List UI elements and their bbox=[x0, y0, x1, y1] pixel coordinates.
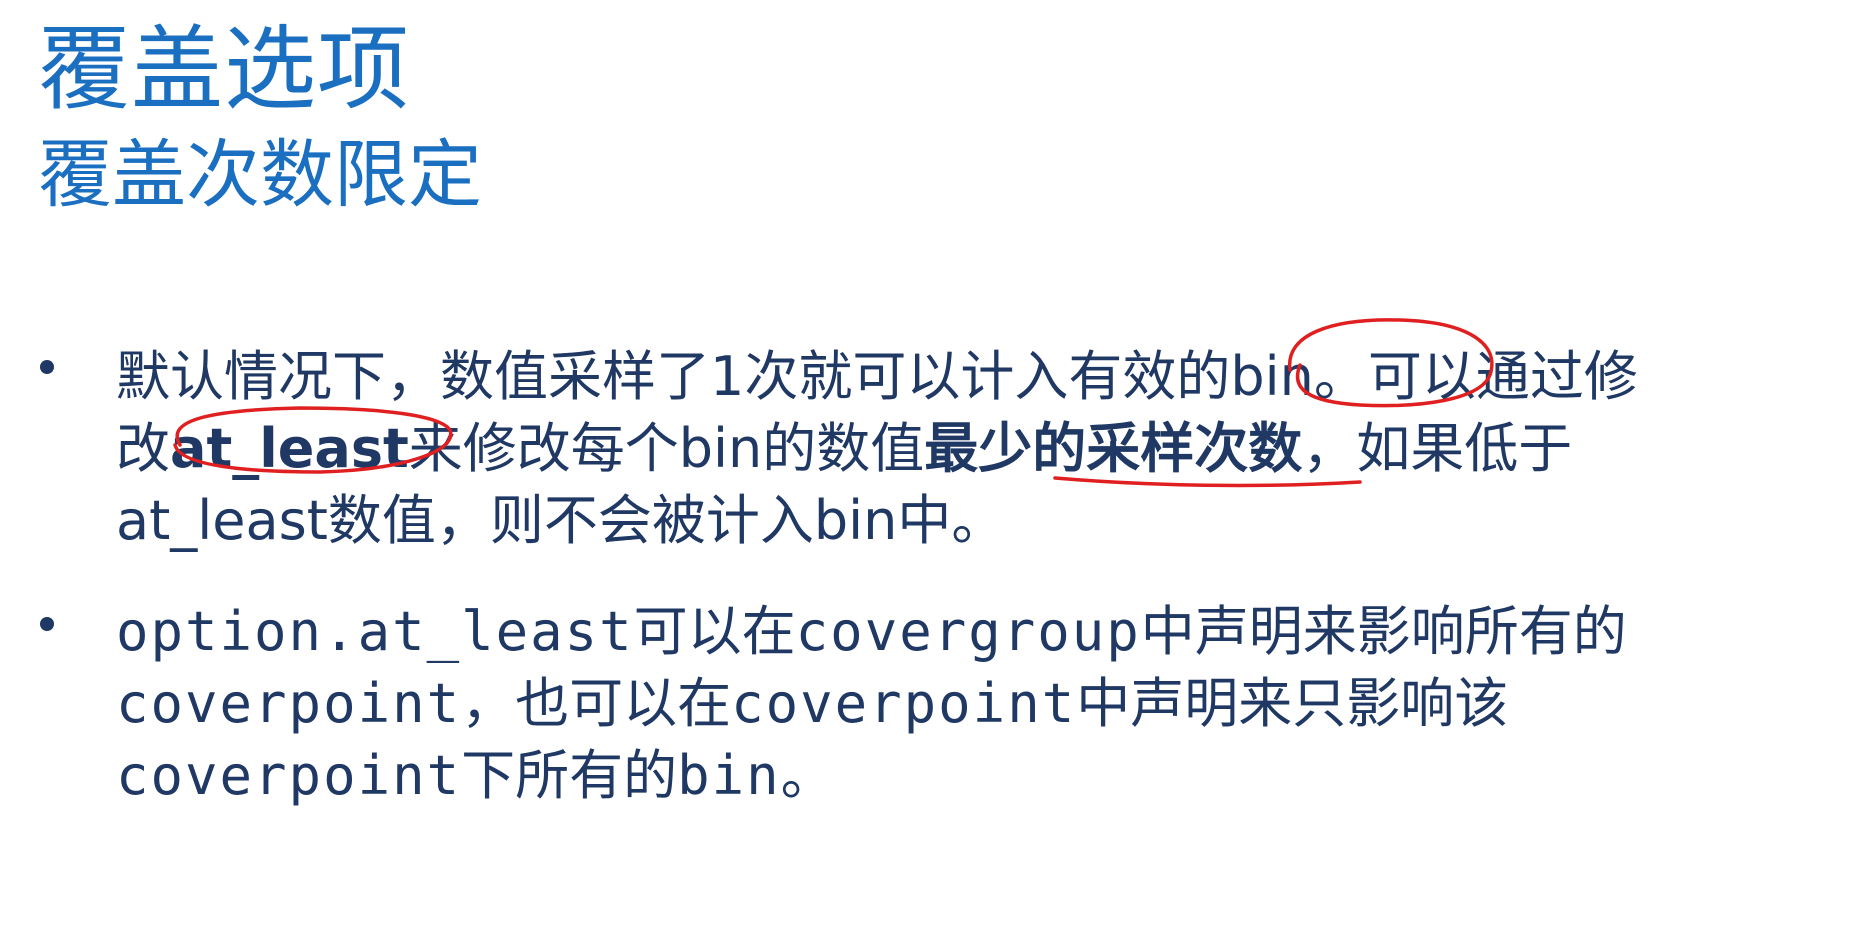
text-span: 下所有的 bbox=[461, 744, 678, 807]
bullet-1-line-3: at_least数值，则不会被计入bin中。 bbox=[116, 484, 1005, 558]
text-span: 可以在 bbox=[633, 600, 796, 663]
slide-title: 覆盖选项 bbox=[38, 16, 411, 123]
text-span: at_least数值，则不会被计入bin中。 bbox=[116, 489, 1006, 552]
text-span: ，如果低于 bbox=[1302, 417, 1573, 480]
text-span: 中声明来只影响该 bbox=[1076, 672, 1509, 735]
code-text: coverpoint bbox=[116, 744, 462, 807]
bullet-1-line-1: 默认情况下，数值采样了1次就可以计入有效的bin。可以通过修 bbox=[116, 340, 1638, 414]
code-text: covergroup bbox=[795, 600, 1141, 663]
text-span: 默认情况下，数值采样了1次就可以计入有效的bin。可以通过修 bbox=[116, 345, 1638, 408]
bullet-1-line-2: 改at_least来修改每个bin的数值最少的采样次数，如果低于 bbox=[116, 412, 1572, 486]
text-span: 改 bbox=[116, 417, 170, 480]
keyword-at-least: at_least bbox=[170, 417, 409, 480]
text-span: 来修改每个bin的数值 bbox=[408, 417, 925, 480]
text-span: ，也可以在 bbox=[461, 672, 732, 735]
bullet-2-line-3: coverpoint下所有的bin。 bbox=[116, 739, 835, 813]
emphasis-min-samples: 最少的采样次数 bbox=[924, 417, 1303, 480]
slide-subtitle: 覆盖次数限定 bbox=[38, 132, 482, 218]
bullet-2-line-2: coverpoint，也可以在coverpoint中声明来只影响该 bbox=[116, 667, 1508, 741]
code-text: bin bbox=[677, 744, 781, 807]
text-span: 中声明来影响所有的 bbox=[1140, 600, 1627, 663]
code-text: coverpoint bbox=[731, 672, 1077, 735]
bullet-dot bbox=[40, 360, 54, 374]
code-text: option.at_least bbox=[116, 600, 634, 663]
slide: 覆盖选项 覆盖次数限定 默认情况下，数值采样了1次就可以计入有效的bin。可以通… bbox=[0, 0, 1858, 950]
code-text: coverpoint bbox=[116, 672, 462, 735]
bullet-2-line-1: option.at_least可以在covergroup中声明来影响所有的 bbox=[116, 595, 1627, 669]
bullet-dot bbox=[40, 617, 54, 631]
text-span: 。 bbox=[780, 744, 835, 807]
